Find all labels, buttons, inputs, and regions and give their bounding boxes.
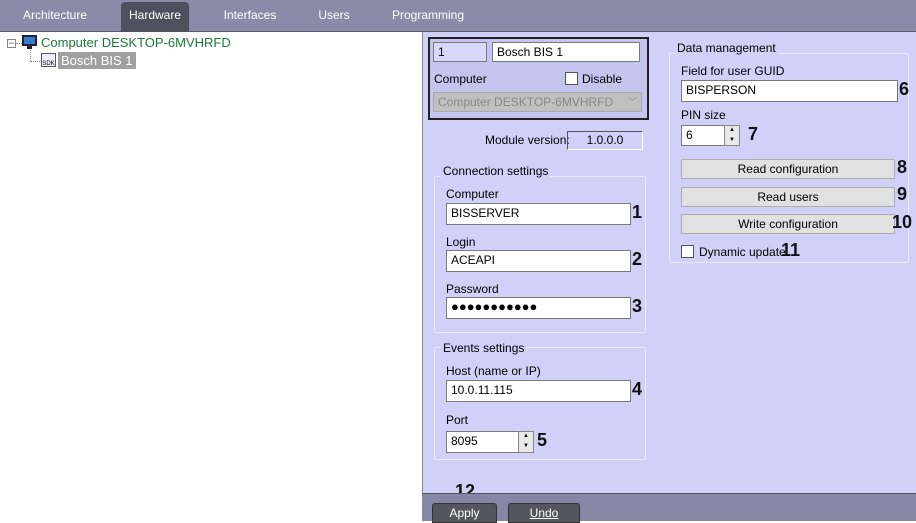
module-version-label: Module version: bbox=[485, 133, 570, 147]
guid-input[interactable]: BISPERSON bbox=[681, 80, 898, 102]
login-label: Login bbox=[446, 235, 476, 249]
connection-settings-title: Connection settings bbox=[441, 164, 551, 178]
sdk-device-icon: SDK bbox=[41, 53, 56, 67]
apply-button[interactable]: Apply bbox=[432, 503, 497, 523]
computer-select-value: Computer DESKTOP-6MVHRFD bbox=[438, 95, 614, 109]
tree-item-bosch-bis[interactable]: Bosch BIS 1 bbox=[58, 52, 136, 69]
tab-interfaces[interactable]: Interfaces bbox=[218, 2, 282, 32]
marker-4: 4 bbox=[632, 379, 643, 399]
computer-select[interactable]: Computer DESKTOP-6MVHRFD ﹀ bbox=[433, 92, 642, 112]
tab-bar: Architecture Hardware Interfaces Users P… bbox=[0, 0, 916, 32]
pin-size-input[interactable]: 6 bbox=[681, 125, 725, 146]
tree-root-computer[interactable]: Computer DESKTOP-6MVHRFD bbox=[41, 35, 231, 50]
object-id-input[interactable]: 1 bbox=[433, 42, 487, 62]
undo-button[interactable]: Undo bbox=[508, 503, 580, 523]
conn-computer-label: Computer bbox=[446, 187, 499, 201]
dynamic-update-checkbox[interactable] bbox=[681, 245, 694, 258]
read-users-button[interactable]: Read users bbox=[681, 187, 895, 207]
password-input[interactable]: ●●●●●●●●●●● bbox=[446, 297, 631, 319]
events-settings-title: Events settings bbox=[441, 341, 527, 355]
guid-label: Field for user GUID bbox=[681, 64, 785, 78]
port-input[interactable]: 8095 bbox=[446, 431, 519, 453]
settings-panel: 1 Bosch BIS 1 Computer Disable Computer … bbox=[422, 32, 916, 501]
chevron-down-icon: ﹀ bbox=[627, 97, 637, 107]
marker-3: 3 bbox=[632, 296, 643, 316]
spin-down-icon[interactable]: ▼ bbox=[519, 442, 533, 452]
marker-1: 1 bbox=[632, 202, 643, 222]
marker-10: 10 bbox=[892, 212, 913, 232]
tab-users[interactable]: Users bbox=[314, 2, 354, 32]
read-configuration-button[interactable]: Read configuration bbox=[681, 159, 895, 179]
marker-2: 2 bbox=[632, 249, 643, 269]
marker-9: 9 bbox=[897, 184, 908, 204]
spin-up-icon[interactable]: ▲ bbox=[725, 126, 739, 136]
disable-label: Disable bbox=[582, 72, 623, 86]
marker-6: 6 bbox=[899, 79, 910, 99]
spin-up-icon[interactable]: ▲ bbox=[519, 432, 533, 442]
tab-hardware[interactable]: Hardware bbox=[121, 2, 189, 32]
computer-label: Computer bbox=[434, 72, 487, 86]
pin-size-label: PIN size bbox=[681, 108, 726, 122]
object-name-input[interactable]: Bosch BIS 1 bbox=[492, 42, 640, 62]
marker-5: 5 bbox=[537, 430, 548, 450]
host-input[interactable]: 10.0.11.115 bbox=[446, 380, 631, 402]
spin-down-icon[interactable]: ▼ bbox=[725, 136, 739, 146]
disable-checkbox[interactable] bbox=[565, 72, 578, 85]
tree-line bbox=[30, 50, 31, 61]
computer-icon bbox=[22, 35, 37, 46]
login-input[interactable]: ACEAPI bbox=[446, 250, 631, 272]
computer-stand bbox=[27, 46, 32, 49]
port-spinner[interactable]: ▲ ▼ bbox=[518, 431, 534, 453]
hardware-tree: − Computer DESKTOP-6MVHRFD SDK Bosch BIS… bbox=[0, 32, 422, 521]
password-label: Password bbox=[446, 282, 499, 296]
tree-line bbox=[30, 61, 40, 62]
tab-programming[interactable]: Programming bbox=[392, 2, 464, 32]
port-label: Port bbox=[446, 413, 469, 427]
collapse-icon[interactable]: − bbox=[7, 39, 16, 48]
pin-size-spinner[interactable]: ▲ ▼ bbox=[724, 125, 740, 146]
data-management-title: Data management bbox=[675, 41, 778, 55]
host-label: Host (name or IP) bbox=[446, 364, 541, 378]
write-configuration-button[interactable]: Write configuration bbox=[681, 214, 895, 234]
tab-architecture[interactable]: Architecture bbox=[18, 2, 92, 32]
marker-8: 8 bbox=[897, 157, 908, 177]
module-version-value: 1.0.0.0 bbox=[567, 131, 643, 150]
dynamic-update-label: Dynamic update bbox=[699, 245, 786, 259]
marker-11: 11 bbox=[781, 240, 801, 260]
conn-computer-input[interactable]: BISSERVER bbox=[446, 203, 631, 225]
object-box: 1 Bosch BIS 1 Computer Disable Computer … bbox=[428, 37, 649, 120]
marker-7: 7 bbox=[748, 124, 759, 144]
footer-bar: Apply Undo bbox=[422, 493, 916, 523]
